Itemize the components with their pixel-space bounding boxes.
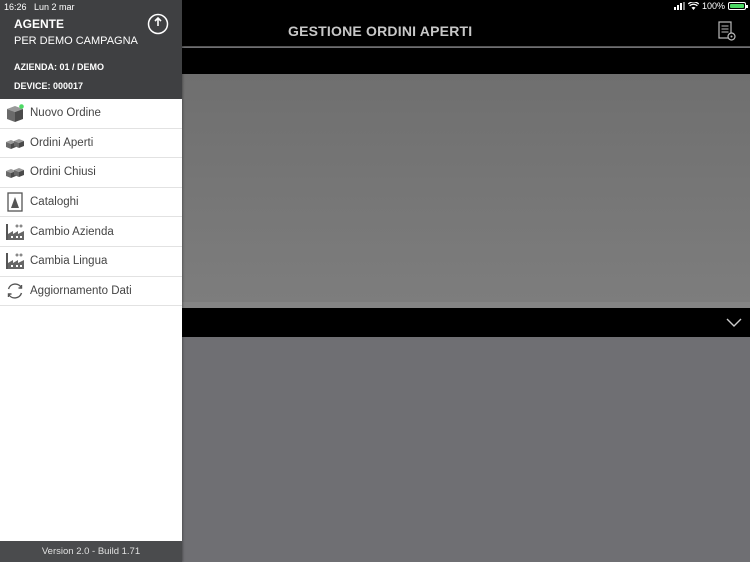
details-band[interactable] [182, 308, 750, 337]
chevron-down-icon[interactable] [726, 316, 742, 328]
sidebar-item-label: Cambia Lingua [30, 255, 108, 268]
sidebar-item-nuovo-ordine[interactable]: Nuovo Ordine [0, 99, 182, 129]
power-icon[interactable] [147, 13, 169, 35]
details-panel [182, 337, 750, 562]
agent-name: PER DEMO CAMPAGNA [14, 35, 138, 47]
box-icon [5, 103, 25, 123]
status-right: 100% [673, 1, 748, 11]
boxes-icon [5, 162, 25, 182]
sidebar-item-cambia-lingua[interactable]: Cambia Lingua [0, 247, 182, 277]
filter-band [182, 48, 750, 74]
sidebar-menu: Nuovo Ordine Ordini Aperti Ordini Chiusi… [0, 99, 182, 307]
page-title: GESTIONE ORDINI APERTI [288, 23, 473, 39]
factory-icon [5, 251, 25, 271]
sidebar-item-cambio-azienda[interactable]: Cambio Azienda [0, 217, 182, 247]
document-settings-icon[interactable] [718, 21, 736, 41]
sidebar-item-cataloghi[interactable]: Cataloghi [0, 188, 182, 218]
sidebar-item-ordini-chiusi[interactable]: Ordini Chiusi [0, 158, 182, 188]
orders-panel [182, 74, 750, 302]
sidebar-item-label: Nuovo Ordine [30, 107, 101, 120]
sidebar-item-label: Cataloghi [30, 196, 79, 209]
refresh-icon [5, 281, 25, 301]
battery-percent: 100% [701, 1, 725, 11]
azienda-label: AZIENDA: 01 / DEMO [14, 62, 105, 72]
wifi-icon [687, 2, 699, 10]
status-bar: 16:26 Lun 2 mar 100% [0, 0, 750, 13]
sidebar-item-aggiornamento-dati[interactable]: Aggiornamento Dati [0, 277, 182, 307]
sidebar-item-ordini-aperti[interactable]: Ordini Aperti [0, 129, 182, 159]
factory-icon [5, 222, 25, 242]
catalog-icon [5, 192, 25, 212]
status-time: 16:26 [4, 2, 27, 12]
battery-icon [728, 2, 748, 10]
sidebar-header: AGENTE PER DEMO CAMPAGNA AZIENDA: 01 / D… [0, 0, 182, 99]
agent-title: AGENTE [14, 17, 65, 31]
sidebar-item-label: Ordini Aperti [30, 136, 94, 149]
status-date: Lun 2 mar [34, 2, 75, 12]
cellular-signal-icon [673, 2, 685, 10]
sidebar-item-label: Cambio Azienda [30, 225, 114, 238]
version-label: Version 2.0 - Build 1.71 [0, 541, 182, 562]
boxes-icon [5, 133, 25, 153]
device-label: DEVICE: 000017 [14, 81, 84, 91]
sidebar-item-label: Ordini Chiusi [30, 166, 96, 179]
sidebar: AGENTE PER DEMO CAMPAGNA AZIENDA: 01 / D… [0, 0, 182, 562]
sidebar-item-label: Aggiornamento Dati [30, 284, 132, 297]
